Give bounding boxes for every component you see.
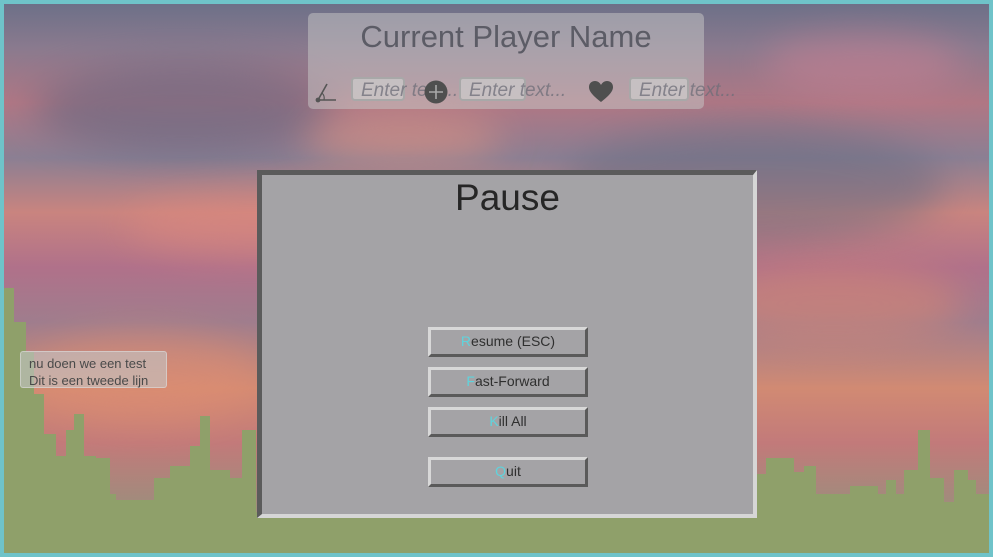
heart-icon [589,81,613,102]
tooltip-line-2: Dit is een tweede lijn [29,373,149,388]
angle-icon [315,83,336,103]
hotkey-letter: K [489,413,499,429]
tooltip-line-1: nu doen we een test [29,356,147,371]
button-label: ast-Forward [474,373,550,389]
stat-input-heart[interactable]: Enter text... [629,77,736,101]
pause-title: Pause [455,177,560,218]
hotkey-letter: F [466,373,475,389]
quit-button[interactable]: Quit [428,457,588,487]
hotkey-letter: Q [495,463,507,479]
player-hud-panel: Current Player Name Enter text... Enter … [308,13,736,109]
button-label: esume (ESC) [471,333,556,349]
stat-input-plus[interactable]: Enter text... [459,77,566,101]
stat-input-placeholder: Enter text... [469,80,567,101]
plus-circle-icon [424,80,448,104]
fast-forward-button[interactable]: Fast-Forward [428,367,588,397]
button-label: uit [506,463,521,479]
hotkey-letter: R [460,333,472,349]
debug-tooltip: nu doen we een test Dit is een tweede li… [20,351,167,388]
game-viewport: Current Player Name Enter text... Enter … [0,0,993,557]
kill-all-button[interactable]: Kill All [428,407,588,437]
resume-button[interactable]: Resume (ESC) [428,327,588,357]
button-label: ill All [498,413,527,429]
player-name: Current Player Name [360,19,652,54]
stat-input-angle[interactable]: Enter text... [351,77,458,101]
pause-menu-panel: Pause Resume (ESC) Fast-Forward Kill All… [257,170,757,518]
stat-input-placeholder: Enter text... [639,80,737,101]
